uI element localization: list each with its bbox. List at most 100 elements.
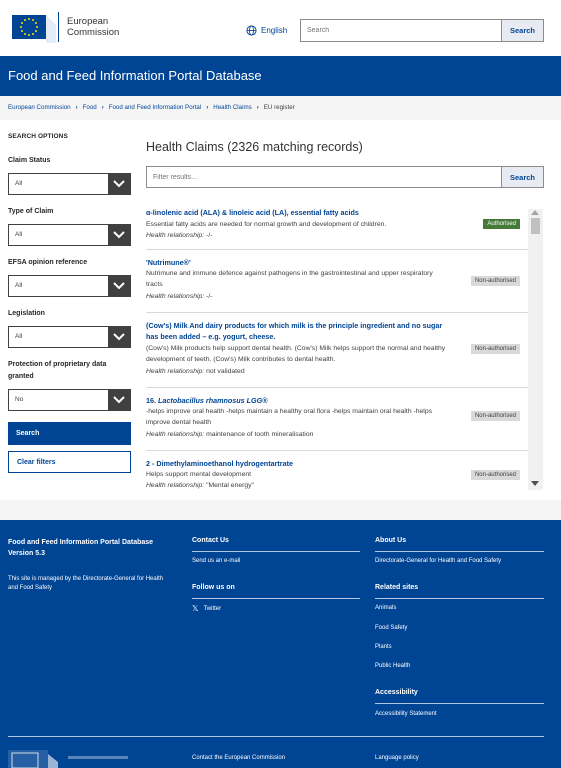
relationship-label: Health relationship: [146, 293, 205, 300]
breadcrumb-food[interactable]: Food [83, 104, 97, 111]
chevron-down-icon [108, 225, 130, 245]
claim-relationship: Health relationship: -/- [146, 292, 213, 302]
filter-search-button[interactable]: Search [501, 167, 543, 187]
proprietary-data-label: Protection of proprietary data granted [8, 361, 107, 380]
list-item: 2 - Dimethylaminoethanol hydrogentartrat… [146, 451, 528, 490]
claim-relationship: Health relationship: "Mental energy" [146, 481, 254, 490]
footer-bottom-divider [8, 736, 544, 737]
footer-twitter-link[interactable]: 𝕏 Twitter [192, 604, 221, 613]
ec-logo[interactable]: European Commission [8, 10, 134, 44]
breadcrumb-ffip[interactable]: Food and Feed Information Portal [109, 104, 202, 111]
results-list: α-linolenic acid (ALA) & linoleic acid (… [146, 200, 528, 490]
footer-email-link[interactable]: Send us an e-mail [192, 558, 240, 564]
relationship-value: -/- [206, 293, 213, 300]
status-badge: Non-authorised [470, 276, 520, 286]
breadcrumb-current: EU register [263, 104, 295, 111]
relationship-value: not validated [206, 368, 245, 375]
breadcrumb-chevron-icon: › [101, 104, 104, 111]
legislation-select[interactable]: All [8, 326, 131, 348]
claim-description: Helps support mental development [146, 471, 252, 478]
list-item: α-linolenic acid (ALA) & linoleic acid (… [146, 200, 528, 250]
list-item: (Cow's) Milk And dairy products for whic… [146, 313, 528, 388]
proprietary-data-value: No [15, 396, 24, 403]
twitter-x-icon: 𝕏 [192, 604, 199, 613]
breadcrumb-health-claims[interactable]: Health Claims [213, 104, 252, 111]
scroll-thumb[interactable] [531, 218, 540, 234]
claim-status-label: Claim Status [8, 157, 51, 164]
legislation-label: Legislation [8, 310, 45, 317]
claim-title-prefix: 16. [146, 396, 158, 405]
eu-flag-icon [8, 11, 56, 43]
claim-title-link[interactable]: (Cow's) Milk And dairy products for whic… [146, 320, 446, 342]
footer-related-heading: Related sites [375, 584, 419, 591]
relationship-label: Health relationship: [146, 431, 205, 438]
claim-status-value: All [15, 180, 23, 187]
footer-related-public-health[interactable]: Public Health [375, 663, 410, 669]
status-badge: Non-authorised [470, 411, 520, 421]
footer-related-animals[interactable]: Animals [375, 605, 396, 611]
site-header: European Commission English Search [0, 0, 561, 56]
claim-description: Essential fatty acids are needed for nor… [146, 221, 387, 228]
site-search: Search [300, 19, 544, 42]
status-badge: Authorised [483, 219, 520, 229]
language-selector[interactable]: English [246, 23, 287, 37]
footer-accessibility-link[interactable]: Accessibility Statement [375, 711, 437, 717]
results-title: Health Claims (2326 matching records) [146, 140, 363, 154]
search-options-heading: SEARCH OPTIONS [8, 133, 68, 140]
claim-description: Nutrimune and immune defence against pat… [146, 270, 433, 288]
chevron-down-icon [108, 327, 130, 347]
scroll-up-icon[interactable] [531, 210, 539, 215]
breadcrumb-european-commission[interactable]: European Commission [8, 104, 71, 111]
site-footer: Food and Feed Information Portal Databas… [0, 520, 561, 768]
filter-results-input[interactable] [147, 167, 501, 187]
footer-contact-heading: Contact Us [192, 537, 229, 544]
efsa-opinion-select[interactable]: All [8, 275, 131, 297]
claim-relationship: Health relationship: -/- [146, 231, 213, 241]
relationship-value: maintenance of tooth mineralisation [206, 431, 314, 438]
footer-accessibility-heading: Accessibility [375, 689, 418, 696]
claim-title-link[interactable]: α-linolenic acid (ALA) & linoleic acid (… [146, 207, 456, 218]
status-badge: Non-authorised [470, 344, 520, 354]
footer-dg-link[interactable]: Directorate-General for Health and Food … [375, 558, 501, 564]
scroll-down-icon[interactable] [531, 481, 539, 486]
claim-title-italic: Lactobacillus rhamnosus LGG® [158, 396, 268, 405]
relationship-label: Health relationship: [146, 482, 205, 489]
claim-description: (Cow's) Milk products help support denta… [146, 345, 446, 363]
sidebar-search-button[interactable]: Search [8, 422, 131, 445]
logo-text: European Commission [67, 16, 119, 38]
claim-title-link[interactable]: 16. Lactobacillus rhamnosus LGG® [146, 395, 456, 406]
breadcrumb-chevron-icon: › [75, 104, 78, 111]
footer-divider [375, 598, 544, 599]
footer-related-food-safety[interactable]: Food Safety [375, 625, 407, 631]
type-of-claim-select[interactable]: All [8, 224, 131, 246]
footer-divider [375, 551, 544, 552]
footer-language-policy-link[interactable]: Language policy [375, 755, 419, 761]
footer-site-title: Food and Feed Information Portal Databas… [8, 539, 154, 546]
clear-filters-button[interactable]: Clear filters [8, 451, 131, 473]
list-item: 16. Lactobacillus rhamnosus LGG® -helps … [146, 388, 528, 451]
type-of-claim-value: All [15, 231, 23, 238]
chevron-down-icon [108, 174, 130, 194]
footer-contact-ec-link[interactable]: Contact the European Commission [192, 755, 285, 761]
results-scrollbar[interactable] [528, 209, 543, 490]
relationship-label: Health relationship: [146, 232, 205, 239]
footer-related-plants[interactable]: Plants [375, 644, 392, 650]
site-search-button[interactable]: Search [501, 20, 543, 41]
footer-divider [192, 598, 360, 599]
results-filter: Search [146, 166, 544, 188]
relationship-value: -/- [206, 232, 213, 239]
site-search-input[interactable] [301, 20, 501, 41]
claim-title-link[interactable]: 'Nutrimune®' [146, 257, 456, 268]
type-of-claim-label: Type of Claim [8, 208, 54, 215]
footer-version: Version 5.3 [8, 550, 45, 557]
footer-about-heading: About Us [375, 537, 407, 544]
logo-line-1: European [67, 16, 109, 27]
claim-status-select[interactable]: All [8, 173, 131, 195]
footer-twitter-label: Twitter [203, 605, 222, 612]
proprietary-data-select[interactable]: No [8, 389, 131, 411]
claim-title-link[interactable]: 2 - Dimethylaminoethanol hydrogentartrat… [146, 458, 456, 469]
logo-line-2: Commission [67, 27, 120, 38]
legislation-value: All [15, 333, 23, 340]
efsa-opinion-label: EFSA opinion reference [8, 259, 88, 266]
status-badge: Non-authorised [470, 470, 520, 480]
